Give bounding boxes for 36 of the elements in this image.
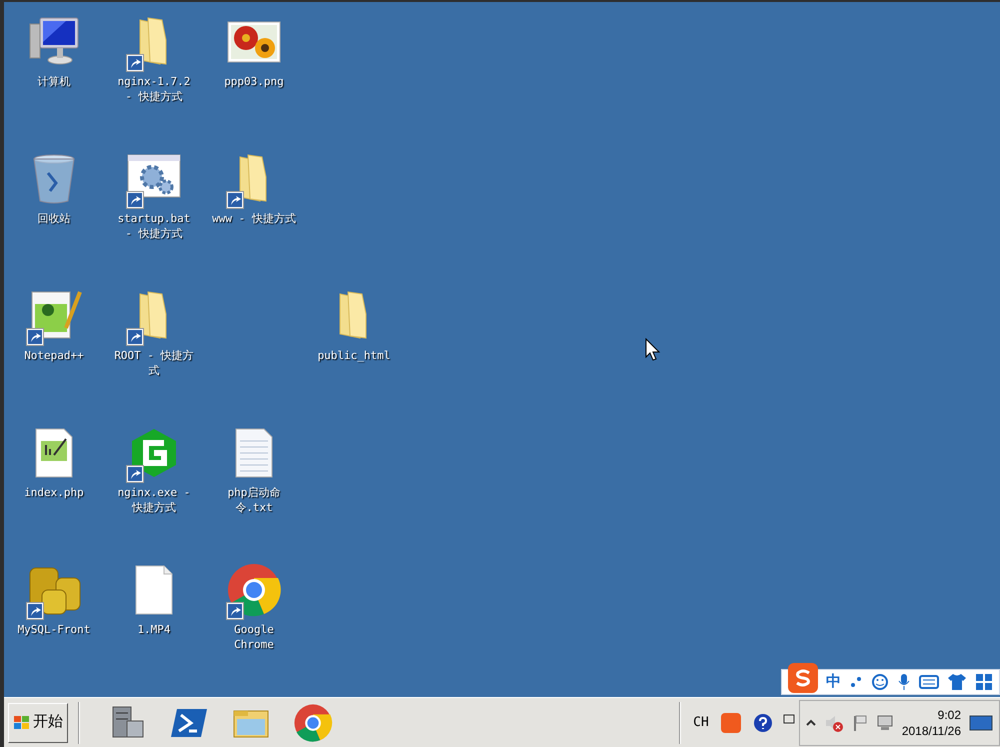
clock-date[interactable]: 2018/11/26 bbox=[902, 722, 961, 738]
clock-time[interactable]: 9:02 bbox=[938, 706, 961, 722]
smiley-icon[interactable] bbox=[871, 673, 889, 691]
chrome-icon bbox=[226, 562, 282, 618]
desktop-icon-label[interactable]: 回收站 bbox=[12, 211, 96, 226]
desktop-icon-label[interactable]: nginx.exe - 快捷方式 bbox=[112, 485, 196, 515]
desktop-icon-label[interactable]: Google Chrome bbox=[212, 622, 296, 652]
desktop-icon-label[interactable]: startup.bat - 快捷方式 bbox=[112, 211, 196, 241]
desktop-icon-label[interactable]: MySQL-Front bbox=[12, 622, 96, 637]
windows-logo-icon bbox=[13, 714, 31, 732]
shirt-icon[interactable] bbox=[947, 673, 967, 691]
show-desktop-icon[interactable] bbox=[969, 712, 993, 732]
keyboard-icon[interactable] bbox=[919, 674, 939, 690]
ime-mode-label[interactable]: 中 bbox=[826, 670, 841, 694]
desktop-icon-label[interactable]: www - 快捷方式 bbox=[212, 211, 296, 226]
speaker-muted-icon[interactable] bbox=[824, 714, 844, 732]
grid-icon[interactable] bbox=[975, 673, 993, 691]
start-button[interactable]: 开始 bbox=[8, 702, 68, 742]
desktop-icon-label[interactable]: ppp03.png bbox=[212, 74, 296, 89]
s-letter-icon bbox=[794, 669, 812, 687]
language-indicator[interactable]: CH bbox=[693, 712, 709, 732]
desktop-icon-label[interactable]: 1.MP4 bbox=[112, 622, 196, 637]
punctuation-icon[interactable] bbox=[849, 675, 863, 689]
desktop-icon-label[interactable]: ROOT - 快捷方式 bbox=[112, 348, 196, 378]
desktop-icon-label[interactable]: public_html bbox=[312, 348, 396, 363]
chrome-icon[interactable] bbox=[293, 702, 333, 742]
chevron-up-icon[interactable] bbox=[806, 718, 816, 728]
help-icon[interactable] bbox=[752, 712, 773, 732]
desktop-icon-label[interactable]: php启动命令.txt bbox=[212, 485, 296, 515]
desktop-icon-label[interactable]: nginx-1.7.2 - 快捷方式 bbox=[112, 74, 196, 104]
mouse-cursor-icon bbox=[645, 338, 661, 362]
desktop-icon-label[interactable]: 计算机 bbox=[12, 74, 96, 89]
flag-icon[interactable] bbox=[852, 714, 868, 732]
desktop-icon-label[interactable]: Notepad++ bbox=[12, 348, 96, 363]
desktop-icon-label[interactable]: index.php bbox=[12, 485, 96, 500]
microphone-icon[interactable] bbox=[897, 673, 911, 691]
